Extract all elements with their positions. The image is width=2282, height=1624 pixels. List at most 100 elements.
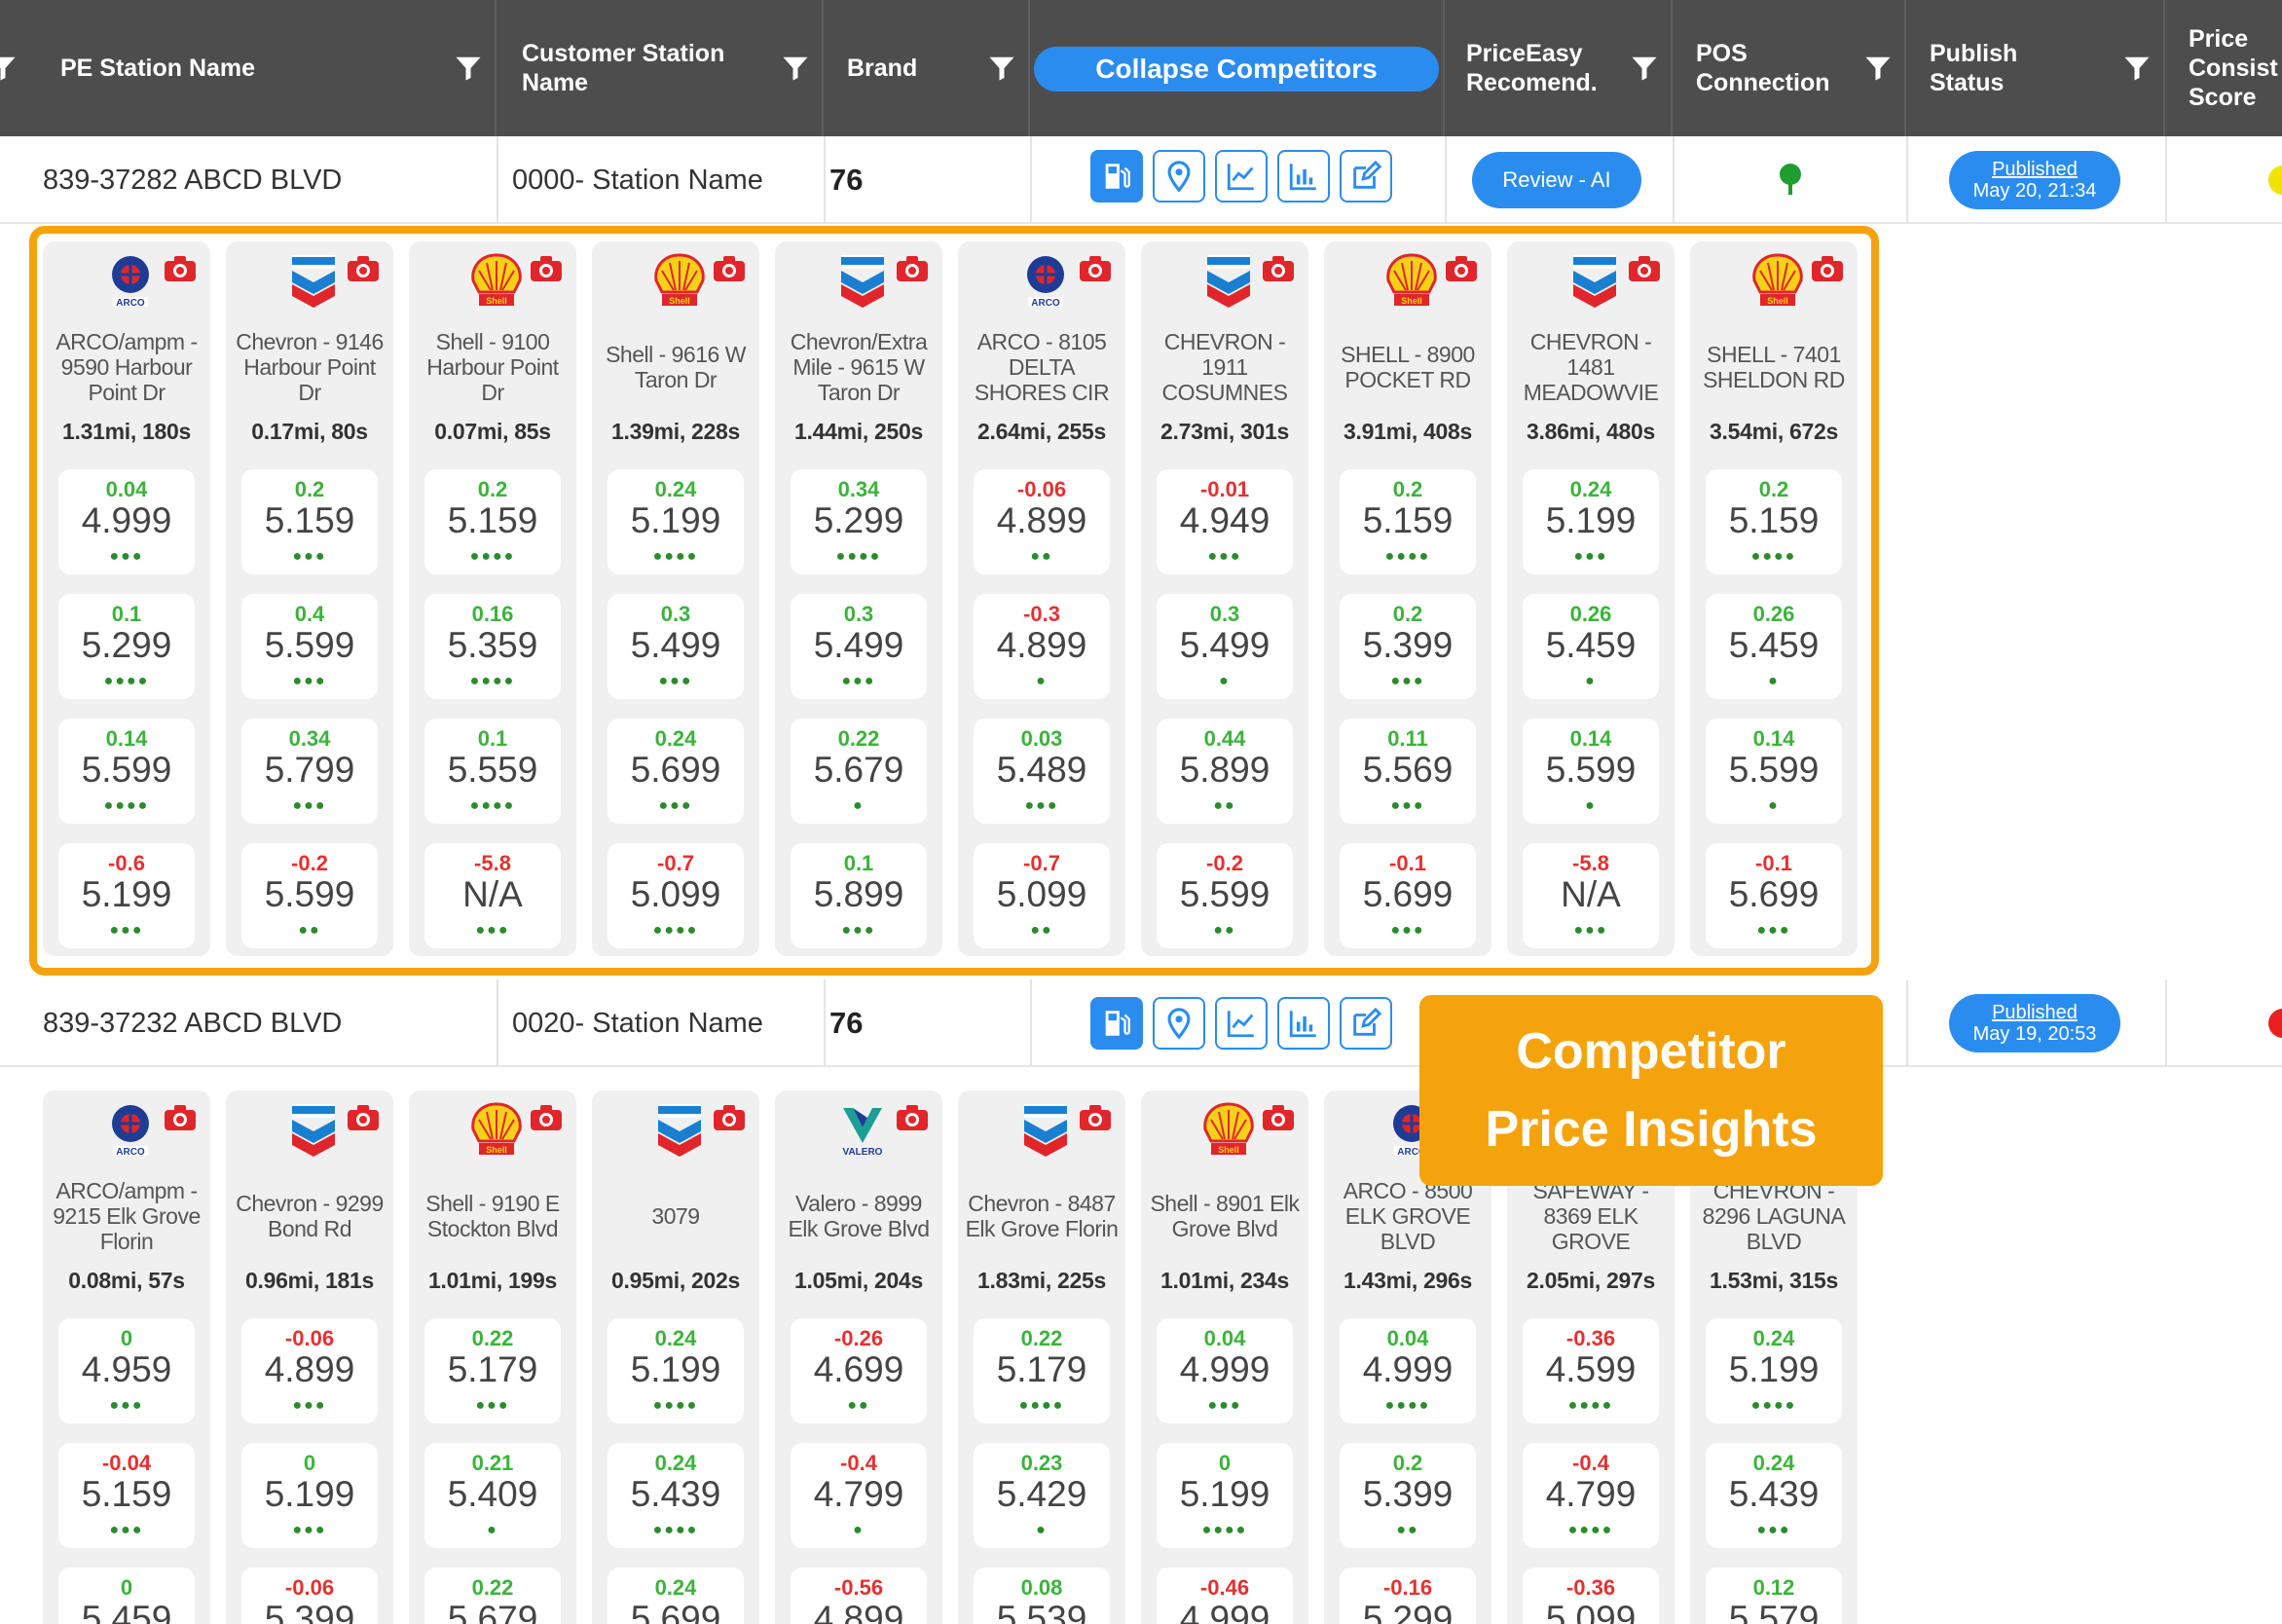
bar-chart-icon[interactable] — [1277, 997, 1330, 1050]
price-box[interactable]: 0 5.459 — [58, 1568, 195, 1624]
price-box[interactable]: 0.44 5.899 ●● — [1157, 719, 1293, 824]
price-box[interactable]: 0.2 5.399 ●●● — [1340, 594, 1476, 699]
competitor-card[interactable]: Chevron - 8487 Elk Grove Florin 1.83mi, 2… — [958, 1090, 1125, 1624]
price-box[interactable]: -0.06 5.399 — [241, 1568, 378, 1624]
competitor-card[interactable]: Chevron - 9146 Harbour Point Dr 0.17mi, 8… — [226, 241, 393, 956]
price-box[interactable]: 0.1 5.559 ●●●● — [424, 719, 561, 824]
map-pin-icon[interactable] — [1153, 150, 1205, 203]
camera-icon[interactable] — [1628, 255, 1661, 282]
price-box[interactable]: 0.24 5.439 ●●● — [1706, 1443, 1842, 1548]
camera-icon[interactable] — [896, 1104, 929, 1131]
price-box[interactable]: 0 4.959 ●●● — [58, 1318, 195, 1423]
price-box[interactable]: 0.3 5.499 ●●● — [791, 594, 927, 699]
price-box[interactable]: 0.3 5.499 ● — [1157, 594, 1293, 699]
price-box[interactable]: 0.23 5.429 ● — [974, 1443, 1110, 1548]
filter-icon[interactable] — [1630, 54, 1659, 83]
price-box[interactable]: 0.03 5.489 ●●● — [974, 719, 1110, 824]
price-box[interactable]: 0 5.199 ●●●● — [1157, 1443, 1293, 1548]
col-price-consistency-score[interactable]: Price Consist Score — [2167, 0, 2282, 136]
price-box[interactable]: 0.34 5.799 ●●● — [241, 719, 378, 824]
competitor-card[interactable]: CHEVRON - 1481 MEADOWVIE 3.86mi, 480s 0.24… — [1507, 241, 1675, 956]
price-box[interactable]: -0.6 5.199 ●●● — [58, 843, 195, 948]
camera-icon[interactable] — [1262, 1104, 1295, 1131]
price-box[interactable]: -0.36 5.099 — [1523, 1568, 1659, 1624]
price-box[interactable]: -0.4 4.799 ● — [791, 1443, 927, 1548]
price-box[interactable]: 0.24 5.199 ●●●● — [607, 1318, 744, 1423]
price-box[interactable]: 0.22 5.679 ● — [791, 719, 927, 824]
price-box[interactable]: 0.2 5.159 ●●●● — [1340, 469, 1476, 574]
competitor-card[interactable]: ARCO ARCO/ampm - 9215 Elk Grove Florin 0.0… — [43, 1090, 210, 1624]
price-box[interactable]: -0.46 4.999 — [1157, 1568, 1293, 1624]
price-box[interactable]: 0.21 5.409 ● — [424, 1443, 561, 1548]
competitor-card[interactable]: 3079 0.95mi, 202s 0.24 5.199 ●●●● 0.24 5.439 ●●… — [592, 1090, 759, 1624]
camera-icon[interactable] — [713, 1104, 746, 1131]
edit-icon[interactable] — [1340, 150, 1392, 203]
competitor-card[interactable]: ARCO ARCO - 8105 DELTA SHORES CIR 2.64mi, … — [958, 241, 1125, 956]
filter-icon[interactable] — [0, 54, 18, 83]
price-box[interactable]: 0.12 5.579 — [1706, 1568, 1842, 1624]
price-box[interactable]: -0.26 4.699 ●● — [791, 1318, 927, 1423]
filter-icon[interactable] — [2122, 54, 2152, 83]
price-box[interactable]: 0.08 5.539 — [974, 1568, 1110, 1624]
competitor-card[interactable]: Shell SHELL - 7401 SHELDON RD 3.54mi, 672s… — [1690, 241, 1858, 956]
edit-icon[interactable] — [1340, 997, 1392, 1050]
price-box[interactable]: -0.01 4.949 ●●● — [1157, 469, 1293, 574]
price-box[interactable]: 0.2 5.399 ●● — [1340, 1443, 1476, 1548]
filter-icon[interactable] — [781, 54, 810, 83]
price-box[interactable]: 0.26 5.459 ● — [1523, 594, 1659, 699]
camera-icon[interactable] — [1262, 255, 1295, 282]
price-box[interactable]: 0.24 5.439 ●●●● — [607, 1443, 744, 1548]
camera-icon[interactable] — [1079, 255, 1112, 282]
price-box[interactable]: 0.14 5.599 ● — [1523, 719, 1659, 824]
price-box[interactable]: 0.24 5.199 ●●●● — [607, 469, 744, 574]
price-box[interactable]: 0.14 5.599 ● — [1706, 719, 1842, 824]
publish-status-badge[interactable]: Published May 19, 20:53 — [1949, 994, 2120, 1052]
price-box[interactable]: 0.3 5.499 ●●● — [607, 594, 744, 699]
competitor-card[interactable]: Shell Shell - 8901 Elk Grove Blvd 1.01mi, … — [1141, 1090, 1308, 1624]
competitor-card[interactable]: Chevron - 9299 Bond Rd 0.96mi, 181s -0.06 4… — [226, 1090, 393, 1624]
price-box[interactable]: -0.7 5.099 ●●●● — [607, 843, 744, 948]
price-box[interactable]: 0.24 5.199 ●●● — [1523, 469, 1659, 574]
price-box[interactable]: -0.06 4.899 ●● — [974, 469, 1110, 574]
camera-icon[interactable] — [530, 255, 563, 282]
price-box[interactable]: 0.24 5.699 — [607, 1568, 744, 1624]
station-row[interactable]: 839-37232 ABCD BLVD 0020- Station Name 7… — [0, 979, 2282, 1067]
camera-icon[interactable] — [347, 1104, 380, 1131]
camera-icon[interactable] — [713, 255, 746, 282]
price-box[interactable]: -0.36 4.599 ●●●● — [1523, 1318, 1659, 1423]
competitor-card[interactable]: Shell Shell - 9190 E Stockton Blvd 1.01mi,… — [409, 1090, 576, 1624]
line-chart-icon[interactable] — [1215, 997, 1268, 1050]
fuel-pump-icon[interactable] — [1090, 150, 1143, 203]
price-box[interactable]: -5.8 N/A ●●● — [424, 843, 561, 948]
price-box[interactable]: -0.1 5.699 ●●● — [1706, 843, 1842, 948]
price-box[interactable]: 0.04 4.999 ●●● — [58, 469, 195, 574]
price-box[interactable]: -0.2 5.599 ●● — [241, 843, 378, 948]
publish-status-badge[interactable]: Published May 20, 21:34 — [1949, 151, 2120, 209]
price-box[interactable]: 0 5.199 ●●● — [241, 1443, 378, 1548]
competitor-card[interactable]: CHEVRON - 1911 COSUMNES 2.73mi, 301s -0.01… — [1141, 241, 1308, 956]
camera-icon[interactable] — [1811, 255, 1844, 282]
competitor-card[interactable]: Shell Shell - 9616 W Taron Dr 1.39mi, 228s… — [592, 241, 759, 956]
camera-icon[interactable] — [347, 255, 380, 282]
competitor-card[interactable]: Shell SHELL - 8900 POCKET RD 3.91mi, 408s 0… — [1324, 241, 1491, 956]
camera-icon[interactable] — [164, 1104, 197, 1131]
filter-icon[interactable] — [1863, 54, 1893, 83]
filter-icon[interactable] — [987, 54, 1016, 83]
col-pe-station-name[interactable]: PE Station Name — [35, 0, 497, 136]
price-box[interactable]: 0.24 5.199 ●●●● — [1706, 1318, 1842, 1423]
camera-icon[interactable] — [1079, 1104, 1112, 1131]
price-box[interactable]: -0.4 4.799 ●●●● — [1523, 1443, 1659, 1548]
price-box[interactable]: 0.11 5.569 ●●● — [1340, 719, 1476, 824]
price-box[interactable]: -0.04 5.159 ●●● — [58, 1443, 195, 1548]
price-box[interactable]: -0.7 5.099 ●● — [974, 843, 1110, 948]
competitor-card[interactable]: ARCO ARCO/ampm - 9590 Harbour Point Dr 1.3… — [43, 241, 210, 956]
price-box[interactable]: 0.2 5.159 ●●● — [241, 469, 378, 574]
price-box[interactable]: 0.34 5.299 ●●●● — [791, 469, 927, 574]
review-ai-button[interactable]: Review - AI — [1472, 152, 1641, 208]
col-customer-station-name[interactable]: Customer Station Name — [498, 0, 824, 136]
price-box[interactable]: -0.56 4.899 — [791, 1568, 927, 1624]
station-row[interactable]: 839-37282 ABCD BLVD 0000- Station Name 7… — [0, 136, 2282, 224]
price-box[interactable]: 0.04 4.999 ●●● — [1157, 1318, 1293, 1423]
price-box[interactable]: 0.1 5.299 ●●●● — [58, 594, 195, 699]
price-box[interactable]: 0.24 5.699 ●●● — [607, 719, 744, 824]
